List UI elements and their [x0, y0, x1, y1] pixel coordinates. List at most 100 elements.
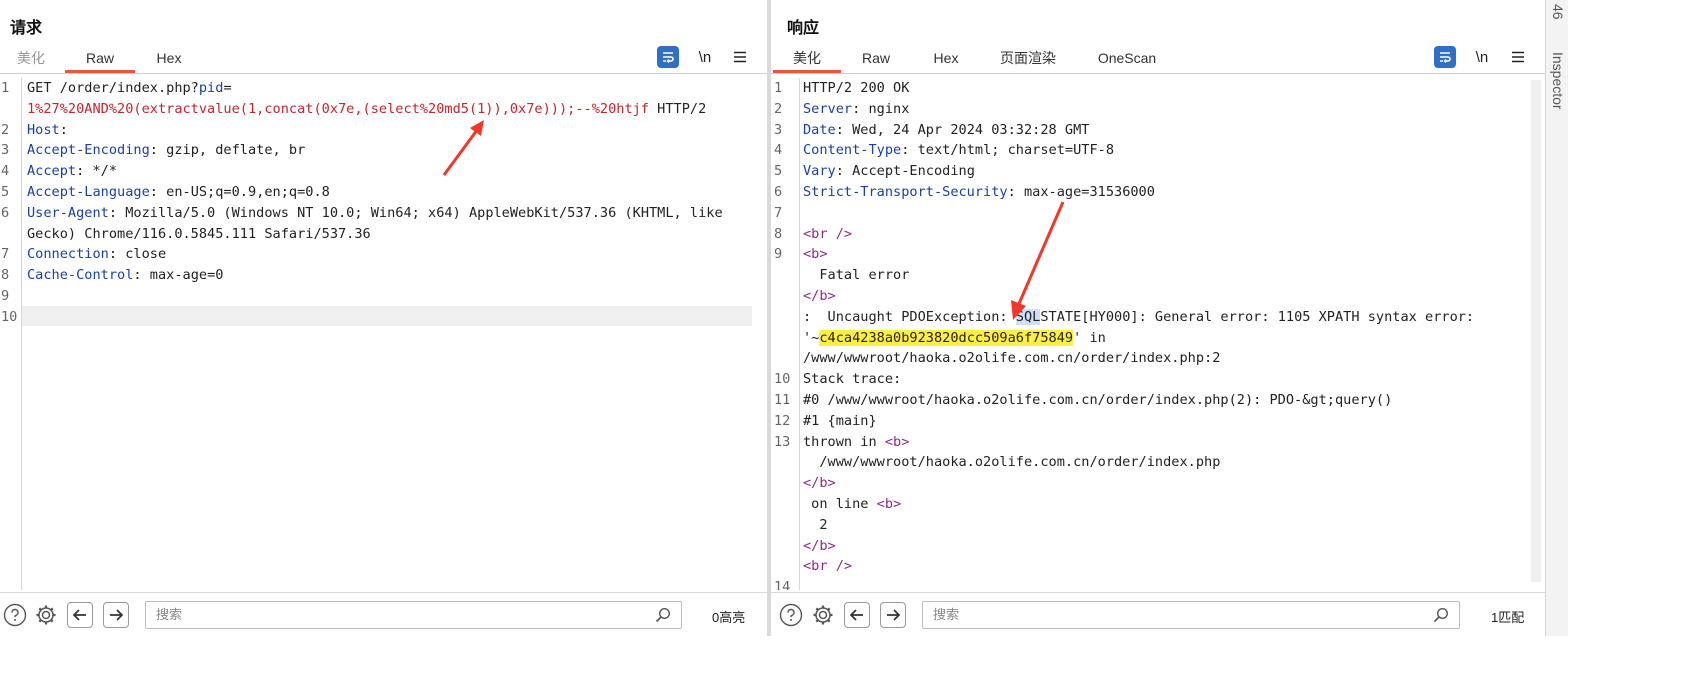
header-line: Accept-Language: en-US;q=0.9,en;q=0.8	[27, 184, 330, 200]
exception-line: '~c4ca4238a0b923820dcc509a6f75849' in	[803, 329, 1106, 346]
body-text: Stack trace:	[803, 371, 902, 388]
search-input[interactable]	[923, 602, 1459, 628]
request-pane: 请求 美化 Raw Hex \n 1 2 3 4 5 6 7 8 9 10 GE…	[0, 0, 767, 636]
request-search	[145, 601, 682, 629]
line-number: 13	[774, 433, 791, 450]
tab-divider	[0, 73, 767, 74]
header-line: Content-Type: text/html; charset=UTF-8	[803, 142, 1115, 159]
gear-icon[interactable]	[33, 602, 59, 628]
line-number: 3	[774, 121, 783, 138]
hamburger-menu-icon[interactable]	[729, 46, 751, 68]
header-line: Date: Wed, 24 Apr 2024 03:32:28 GMT	[803, 121, 1090, 138]
vertical-scrollbar[interactable]	[1531, 80, 1541, 582]
hamburger-menu-icon[interactable]	[1507, 46, 1529, 68]
response-editor[interactable]: 1 2 3 4 5 6 7 8 9 10 11 12 13 14 HTTP/2 …	[771, 78, 1545, 590]
header-line: Accept-Encoding: gzip, deflate, br	[27, 142, 306, 159]
line-number: 1	[774, 80, 783, 96]
header-line: Connection: close	[27, 246, 167, 263]
line-gutter: 1 2 3 4 5 6 7 8 9 10	[0, 78, 22, 590]
tab-divider	[771, 73, 1545, 74]
search-match: SQL	[1015, 308, 1041, 325]
inspector-count: 46	[1550, 4, 1566, 20]
gear-icon[interactable]	[810, 602, 836, 628]
header-line: User-Agent: Mozilla/5.0 (Windows NT 10.0…	[27, 204, 723, 221]
response-bottom-bar: 1匹配	[771, 592, 1545, 636]
request-title: 请求	[10, 20, 43, 37]
line-number: 2	[1, 121, 10, 138]
header-line: Accept: */*	[27, 163, 118, 180]
line-number: 10	[774, 371, 791, 388]
html-tag: <br />	[803, 558, 853, 575]
response-pane: 响应 美化 Raw Hex 页面渲染 OneScan \n 1 2 3 4 5 …	[771, 0, 1545, 636]
line-number: 5	[1, 184, 10, 200]
arrow-left-icon[interactable]	[844, 602, 870, 628]
arrow-right-icon[interactable]	[103, 602, 129, 628]
request-line: GET /order/index.php?pid=	[27, 80, 232, 96]
tab-pretty[interactable]: 美化	[10, 46, 52, 74]
arrow-right-icon[interactable]	[880, 602, 906, 628]
wrap-lines-icon[interactable]	[657, 46, 679, 68]
line-number: 6	[1, 204, 10, 221]
search-icon	[655, 607, 671, 623]
search-input[interactable]	[146, 602, 681, 628]
tab-onescan[interactable]: OneScan	[1091, 46, 1163, 74]
body-text: on line <b>	[803, 496, 902, 512]
body-text: thrown in <b>	[803, 433, 910, 450]
line-number: 1	[1, 80, 10, 96]
html-tag: </b>	[803, 537, 836, 554]
line-number: 7	[1, 246, 10, 263]
arrow-left-icon[interactable]	[67, 602, 93, 628]
line-number: 12	[774, 412, 791, 429]
show-newlines-icon[interactable]: \n	[1471, 46, 1493, 68]
header-line: Cache-Control: max-age=0	[27, 267, 224, 284]
header-line: Strict-Transport-Security: max-age=31536…	[803, 184, 1155, 200]
match-count: 1匹配	[1491, 610, 1525, 625]
tab-hex[interactable]: Hex	[148, 46, 190, 74]
line-number: 5	[774, 163, 783, 180]
line-gutter: 1 2 3 4 5 6 7 8 9 10 11 12 13 14	[771, 78, 800, 590]
tab-raw[interactable]: Raw	[65, 46, 135, 74]
exception-line: /www/wwwroot/haoka.o2olife.com.cn/order/…	[803, 350, 1221, 367]
help-icon[interactable]	[778, 602, 804, 628]
show-newlines-icon[interactable]: \n	[694, 46, 716, 68]
inspector-sidebar[interactable]: 46 Inspector	[1545, 0, 1568, 636]
search-icon	[1433, 607, 1449, 623]
header-line: Server: nginx	[803, 100, 910, 117]
tab-raw[interactable]: Raw	[854, 46, 898, 74]
body-text: Fatal error	[803, 267, 910, 284]
header-line-cont: Gecko) Chrome/116.0.5845.111 Safari/537.…	[27, 225, 371, 242]
html-tag: <br />	[803, 225, 853, 242]
html-tag: </b>	[803, 288, 836, 304]
inspector-tab[interactable]: Inspector	[1550, 52, 1566, 110]
tab-pretty[interactable]: 美化	[773, 46, 841, 74]
line-number: 8	[1, 267, 10, 284]
line-number: 8	[774, 225, 783, 242]
help-icon[interactable]	[2, 602, 28, 628]
body-text: /www/wwwroot/haoka.o2olife.com.cn/order/…	[803, 454, 1221, 471]
header-line: Host:	[27, 121, 68, 138]
wrap-lines-icon[interactable]	[1434, 46, 1456, 68]
html-tag: <b>	[803, 246, 828, 263]
request-bottom-bar: 0高亮	[0, 592, 767, 636]
line-number: 3	[1, 142, 10, 159]
tab-hex[interactable]: Hex	[924, 46, 968, 74]
body-text: 2	[803, 516, 828, 533]
tab-render[interactable]: 页面渲染	[995, 46, 1061, 74]
response-title: 响应	[787, 20, 820, 37]
line-number: 11	[774, 392, 791, 408]
line-number: 2	[774, 100, 783, 117]
current-line-highlight	[22, 306, 752, 326]
request-editor[interactable]: 1 2 3 4 5 6 7 8 9 10 GET /order/index.ph…	[0, 78, 767, 590]
line-number: 4	[774, 142, 783, 159]
line-number: 10	[1, 308, 18, 325]
line-number: 14	[774, 579, 791, 590]
line-number: 9	[1, 288, 10, 304]
header-line: Vary: Accept-Encoding	[803, 163, 975, 180]
line-number: 9	[774, 246, 783, 263]
exception-line: : Uncaught PDOException: SQLSTATE[HY000]…	[803, 308, 1475, 325]
leaked-md5-hash: c4ca4238a0b923820dcc509a6f75849	[819, 329, 1074, 346]
highlight-count: 0高亮	[712, 610, 746, 625]
html-tag: </b>	[803, 475, 836, 492]
body-text: #1 {main}	[803, 412, 877, 429]
status-line: HTTP/2 200 OK	[803, 80, 910, 96]
